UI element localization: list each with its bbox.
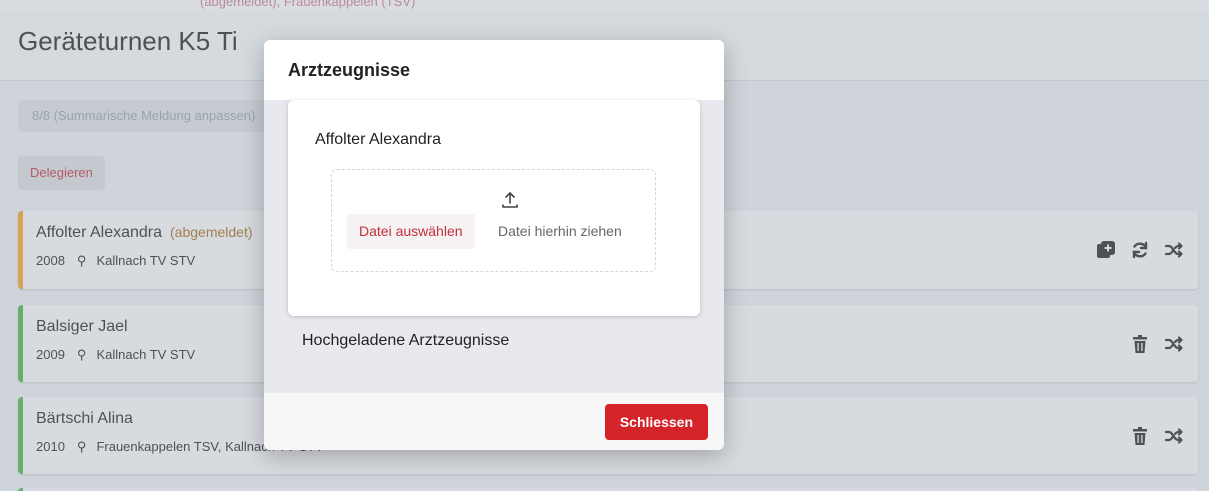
dialog-title: Arztzeugnisse	[288, 60, 411, 80]
medical-certificates-dialog: Arztzeugnisse Affolter Alexandra Datei a…	[264, 40, 724, 450]
dialog-footer: Schliessen	[264, 393, 724, 450]
close-button[interactable]: Schliessen	[604, 404, 708, 440]
upload-athlete-name: Affolter Alexandra	[315, 131, 442, 148]
upload-icon	[500, 190, 520, 210]
file-dropzone[interactable]: Datei auswählen Datei hierhin ziehen	[331, 169, 656, 272]
upload-card: Affolter Alexandra Datei auswählen Datei…	[288, 100, 700, 316]
drop-hint: Datei hierhin ziehen	[498, 223, 622, 239]
dialog-header: Arztzeugnisse	[264, 40, 724, 100]
choose-file-button[interactable]: Datei auswählen	[347, 214, 475, 249]
uploaded-certificates-heading: Hochgeladene Arztzeugnisse	[302, 332, 510, 349]
page: (abgemeldet), Frauenkappelen (TSV) Gerät…	[0, 0, 1209, 491]
